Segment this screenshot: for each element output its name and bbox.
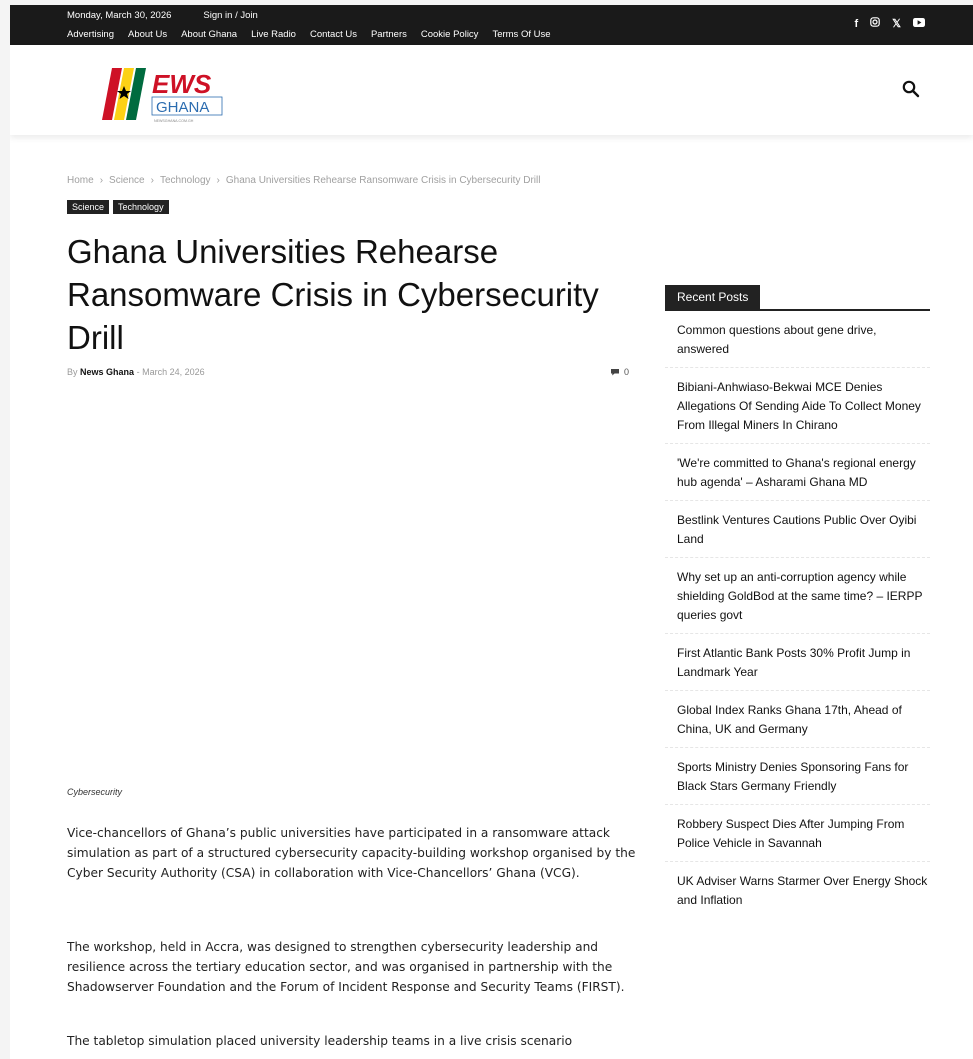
comment-icon [611, 369, 619, 376]
site-header: EWS GHANA NEWSGHANA.COM.GH [10, 45, 973, 135]
site-logo[interactable]: EWS GHANA NEWSGHANA.COM.GH [100, 60, 230, 125]
recent-post-link[interactable]: 'We're committed to Ghana's regional ene… [665, 444, 930, 501]
recent-post-link[interactable]: UK Adviser Warns Starmer Over Energy Sho… [665, 862, 930, 918]
breadcrumb-item[interactable]: Science [109, 175, 145, 186]
top-nav-item[interactable]: Partners [371, 29, 407, 40]
recent-posts-header: Recent Posts [665, 285, 930, 311]
by-label: By [67, 367, 78, 377]
article-meta: By News Ghana - March 24, 2026 [67, 367, 205, 377]
top-nav-item[interactable]: Advertising [67, 29, 114, 40]
top-nav-item[interactable]: Terms Of Use [492, 29, 550, 40]
author-link[interactable]: News Ghana [80, 367, 134, 377]
search-button[interactable] [901, 79, 921, 99]
facebook-icon[interactable]: f [854, 18, 858, 30]
social-links: f 𝕏 [854, 17, 925, 30]
top-bar-row: Monday, March 30, 2026 Sign in / Join [67, 10, 258, 21]
article-paragraph-3: The tabletop simulation placed universit… [67, 1034, 573, 1048]
sidebar: Recent Posts Common questions about gene… [665, 285, 930, 918]
logo-tagline: NEWSGHANA.COM.GH [154, 119, 194, 123]
recent-post-link[interactable]: First Atlantic Bank Posts 30% Profit Jum… [665, 634, 930, 691]
breadcrumb-item[interactable]: Home [67, 175, 94, 186]
category-tag[interactable]: Science [67, 200, 110, 214]
recent-posts-title: Recent Posts [665, 285, 761, 309]
breadcrumb-item: Ghana Universities Rehearse Ransomware C… [225, 175, 541, 186]
image-caption: Cybersecurity [67, 787, 123, 797]
instagram-icon[interactable] [870, 17, 880, 30]
article-paragraph-2: The workshop, held in Accra, was designe… [67, 940, 625, 994]
recent-post-link[interactable]: Bibiani-Anhwiaso-Bekwai MCE Denies Alleg… [665, 368, 930, 444]
breadcrumb-item[interactable]: Technology [160, 175, 211, 186]
comments-link[interactable]: 0 [610, 367, 629, 377]
recent-post-link[interactable]: Sports Ministry Denies Sponsoring Fans f… [665, 748, 930, 805]
recent-post-link[interactable]: Global Index Ranks Ghana 17th, Ahead of … [665, 691, 930, 748]
current-date: Monday, March 30, 2026 [67, 10, 172, 21]
comment-count: 0 [624, 367, 630, 377]
category-tags: Science Technology [67, 200, 169, 214]
category-tag[interactable]: Technology [113, 200, 169, 214]
publish-date: March 24, 2026 [142, 367, 205, 377]
breadcrumb: Home › Science › Technology › Ghana Universiti… [67, 175, 540, 186]
breadcrumb-separator: › [216, 175, 220, 186]
top-nav-item[interactable]: Live Radio [251, 29, 296, 40]
logo-ews-text: EWS [152, 69, 212, 99]
page: Monday, March 30, 2026 Sign in / Join Ad… [10, 5, 973, 1059]
top-nav: Advertising About Us About Ghana Live Radio… [67, 29, 551, 40]
recent-post-link[interactable]: Robbery Suspect Dies After Jumping From … [665, 805, 930, 862]
recent-post-link[interactable]: Why set up an anti-corruption agency whi… [665, 558, 930, 634]
breadcrumb-separator: › [150, 175, 154, 186]
top-bar: Monday, March 30, 2026 Sign in / Join Ad… [10, 5, 973, 45]
article-paragraph-1: Vice-chancellors of Ghana’s public unive… [67, 826, 636, 880]
breadcrumb-separator: › [99, 175, 104, 186]
recent-posts-list: Common questions about gene drive, answe… [665, 311, 930, 918]
top-nav-item[interactable]: About Us [128, 29, 167, 40]
article-title: Ghana Universities Rehearse Ransomware C… [67, 233, 599, 356]
meta-separator: - [136, 367, 140, 377]
youtube-icon[interactable] [913, 17, 925, 30]
recent-post-link[interactable]: Common questions about gene drive, answe… [665, 311, 930, 368]
signin-link[interactable]: Sign in / Join [203, 10, 257, 21]
search-icon [902, 80, 920, 98]
x-icon[interactable]: 𝕏 [892, 17, 901, 30]
top-nav-item[interactable]: About Ghana [181, 29, 237, 40]
recent-post-link[interactable]: Bestlink Ventures Cautions Public Over O… [665, 501, 930, 558]
top-nav-item[interactable]: Cookie Policy [421, 29, 479, 40]
top-nav-item[interactable]: Contact Us [310, 29, 357, 40]
logo-ghana-text: GHANA [156, 99, 209, 116]
